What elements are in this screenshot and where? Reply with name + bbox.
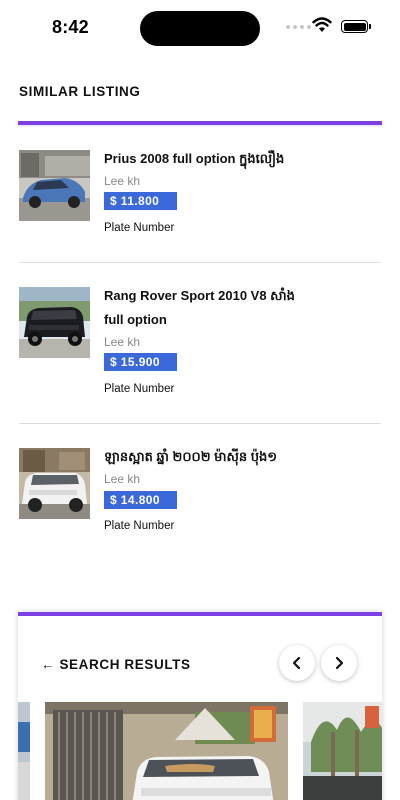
status-time: 8:42 <box>52 17 89 37</box>
search-results-card: ← SEARCH RESULTS <box>18 612 382 800</box>
listing-item[interactable]: Rang Rover Sport 2010 V8 សាំង full optio… <box>19 287 381 397</box>
listing-title[interactable]: Prius 2008 full option ក្នុងលឿង <box>104 147 364 171</box>
wifi-icon <box>312 17 332 32</box>
listing-item[interactable]: ឡានស្អាត ឆ្នាំ ២០០២ ម៉ាស៊ីន ប៉ុង១ Lee kh… <box>19 448 381 538</box>
listing-owner: Lee kh <box>104 472 141 486</box>
search-result-photo[interactable] <box>303 702 382 800</box>
similar-listing-title: SIMILAR LISTING <box>19 84 141 99</box>
price-badge: $ 14.800 <box>104 491 177 509</box>
status-bar: 8:42 <box>0 0 400 56</box>
chevron-right-icon <box>335 656 344 670</box>
carousel-prev-button[interactable] <box>279 645 315 681</box>
listing-title[interactable]: Rang Rover Sport 2010 V8 សាំង full optio… <box>104 284 364 332</box>
listing-title-line[interactable]: full option <box>104 308 364 332</box>
listing-item[interactable]: Prius 2008 full option ក្នុងលឿង Lee kh $… <box>19 150 381 240</box>
price-badge: $ 15.900 <box>104 353 177 371</box>
search-result-photo[interactable] <box>18 702 30 800</box>
listing-owner: Lee kh <box>104 174 141 188</box>
listing-title-line[interactable]: Prius 2008 full option ក្នុងលឿង <box>104 147 364 171</box>
signal-icon <box>286 25 311 29</box>
listing-thumbnail[interactable] <box>19 448 90 519</box>
listing-divider <box>19 423 381 424</box>
search-result-photo[interactable] <box>45 702 288 800</box>
plate-number-label: Plate Number <box>104 520 175 532</box>
listing-divider <box>19 262 381 263</box>
plate-number-label: Plate Number <box>104 383 175 395</box>
chevron-left-icon <box>292 656 301 670</box>
price-badge: $ 11.800 <box>104 192 177 210</box>
plate-number-label: Plate Number <box>104 222 175 234</box>
dynamic-island <box>140 11 260 46</box>
listing-owner: Lee kh <box>104 335 141 349</box>
listing-title-line[interactable]: ឡានស្អាត ឆ្នាំ ២០០២ ម៉ាស៊ីន ប៉ុង១ <box>104 445 364 469</box>
carousel-next-button[interactable] <box>321 645 357 681</box>
listing-title[interactable]: ឡានស្អាត ឆ្នាំ ២០០២ ម៉ាស៊ីន ប៉ុង១ <box>104 445 364 469</box>
battery-icon <box>341 20 371 33</box>
search-results-back-link[interactable]: ← SEARCH RESULTS <box>41 657 191 672</box>
listing-thumbnail[interactable] <box>19 150 90 221</box>
listing-title-line[interactable]: Rang Rover Sport 2010 V8 សាំង <box>104 284 364 308</box>
listing-thumbnail[interactable] <box>19 287 90 358</box>
accent-shadow <box>18 125 382 128</box>
